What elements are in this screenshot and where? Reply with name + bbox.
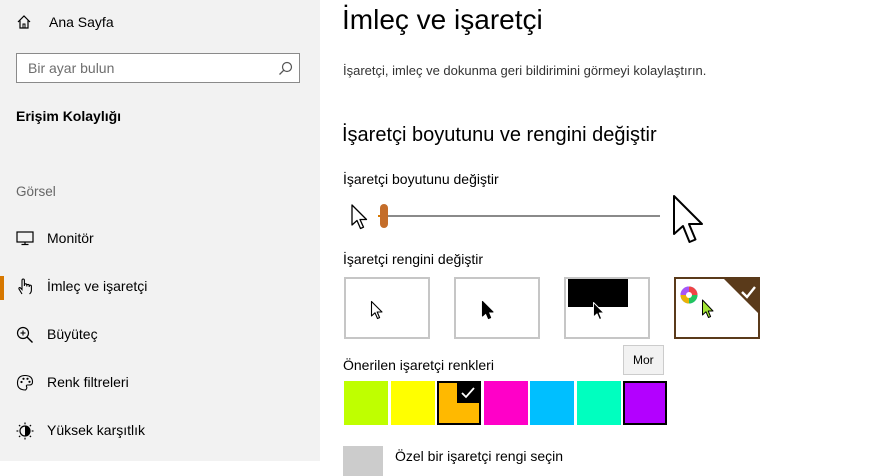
search-input[interactable] <box>17 54 278 82</box>
palette-icon <box>16 374 34 391</box>
sidebar-item-monitor[interactable]: Monitör <box>0 218 320 258</box>
sidebar: Ana Sayfa Erişim Kolaylığı Görsel Monitö… <box>0 0 320 461</box>
tooltip: Mor <box>623 345 664 375</box>
magnifier-icon <box>16 326 33 343</box>
color-swatch[interactable] <box>576 381 621 425</box>
active-indicator <box>0 276 4 300</box>
color-option-black[interactable] <box>454 277 540 339</box>
search-icon[interactable] <box>278 61 293 76</box>
color-swatch[interactable] <box>623 381 667 425</box>
home-icon <box>17 15 31 29</box>
sidebar-section-title: Erişim Kolaylığı <box>16 108 122 124</box>
main-content: İmleç ve işaretçi İşaretçi, imleç ve dok… <box>320 0 887 476</box>
sidebar-item-label: Monitör <box>47 230 94 246</box>
pointer-hand-icon <box>18 278 32 295</box>
suggested-colors-label: Önerilen işaretçi renkleri <box>343 357 494 373</box>
section-subtitle: İşaretçi boyutunu ve rengini değiştir <box>342 124 657 146</box>
sidebar-item-label: İmleç ve işaretçi <box>47 278 148 294</box>
color-option-white[interactable] <box>344 277 430 339</box>
home-label: Ana Sayfa <box>49 14 114 30</box>
monitor-icon <box>16 231 34 246</box>
white-cursor-icon <box>370 300 383 320</box>
black-cursor-icon <box>481 300 494 320</box>
page-description: İşaretçi, imleç ve dokunma geri bildirim… <box>343 63 707 78</box>
search-box[interactable] <box>16 53 300 83</box>
sidebar-item-pointer[interactable]: İmleç ve işaretçi <box>0 266 320 306</box>
sidebar-item-label: Renk filtreleri <box>47 374 129 390</box>
color-option-inverted[interactable] <box>564 277 650 339</box>
sidebar-item-label: Yüksek karşıtlık <box>47 422 146 438</box>
pointer-color-label: İşaretçi rengini değiştir <box>343 251 484 267</box>
color-swatch[interactable] <box>390 381 435 425</box>
inverted-cursor-icon <box>568 279 628 320</box>
sidebar-item-magnifier[interactable]: Büyüteç <box>0 314 320 354</box>
slider-track <box>378 215 660 217</box>
home-nav-item[interactable]: Ana Sayfa <box>0 4 320 40</box>
check-icon <box>457 383 479 403</box>
small-cursor-icon <box>351 204 368 230</box>
custom-color-row[interactable]: Özel bir işaretçi rengi seçin <box>343 446 643 476</box>
color-swatch[interactable] <box>437 381 481 425</box>
color-swatch[interactable] <box>483 381 528 425</box>
color-swatch[interactable] <box>530 381 574 425</box>
sidebar-group-label: Görsel <box>16 184 56 199</box>
custom-color-cursor-icon <box>680 279 758 318</box>
pointer-size-slider[interactable] <box>378 204 660 228</box>
large-cursor-icon <box>673 195 703 243</box>
sidebar-item-high-contrast[interactable]: Yüksek karşıtlık <box>0 410 320 450</box>
add-custom-color-button[interactable] <box>343 446 383 476</box>
custom-color-label: Özel bir işaretçi rengi seçin <box>395 448 564 464</box>
sidebar-item-label: Büyüteç <box>47 326 98 342</box>
color-swatch[interactable] <box>344 381 388 425</box>
sidebar-item-color-filters[interactable]: Renk filtreleri <box>0 362 320 402</box>
color-option-custom[interactable] <box>674 277 760 339</box>
pointer-size-label: İşaretçi boyutunu değiştir <box>343 171 499 187</box>
high-contrast-icon <box>16 422 34 440</box>
page-title: İmleç ve işaretçi <box>342 4 543 35</box>
slider-thumb[interactable] <box>380 204 388 228</box>
